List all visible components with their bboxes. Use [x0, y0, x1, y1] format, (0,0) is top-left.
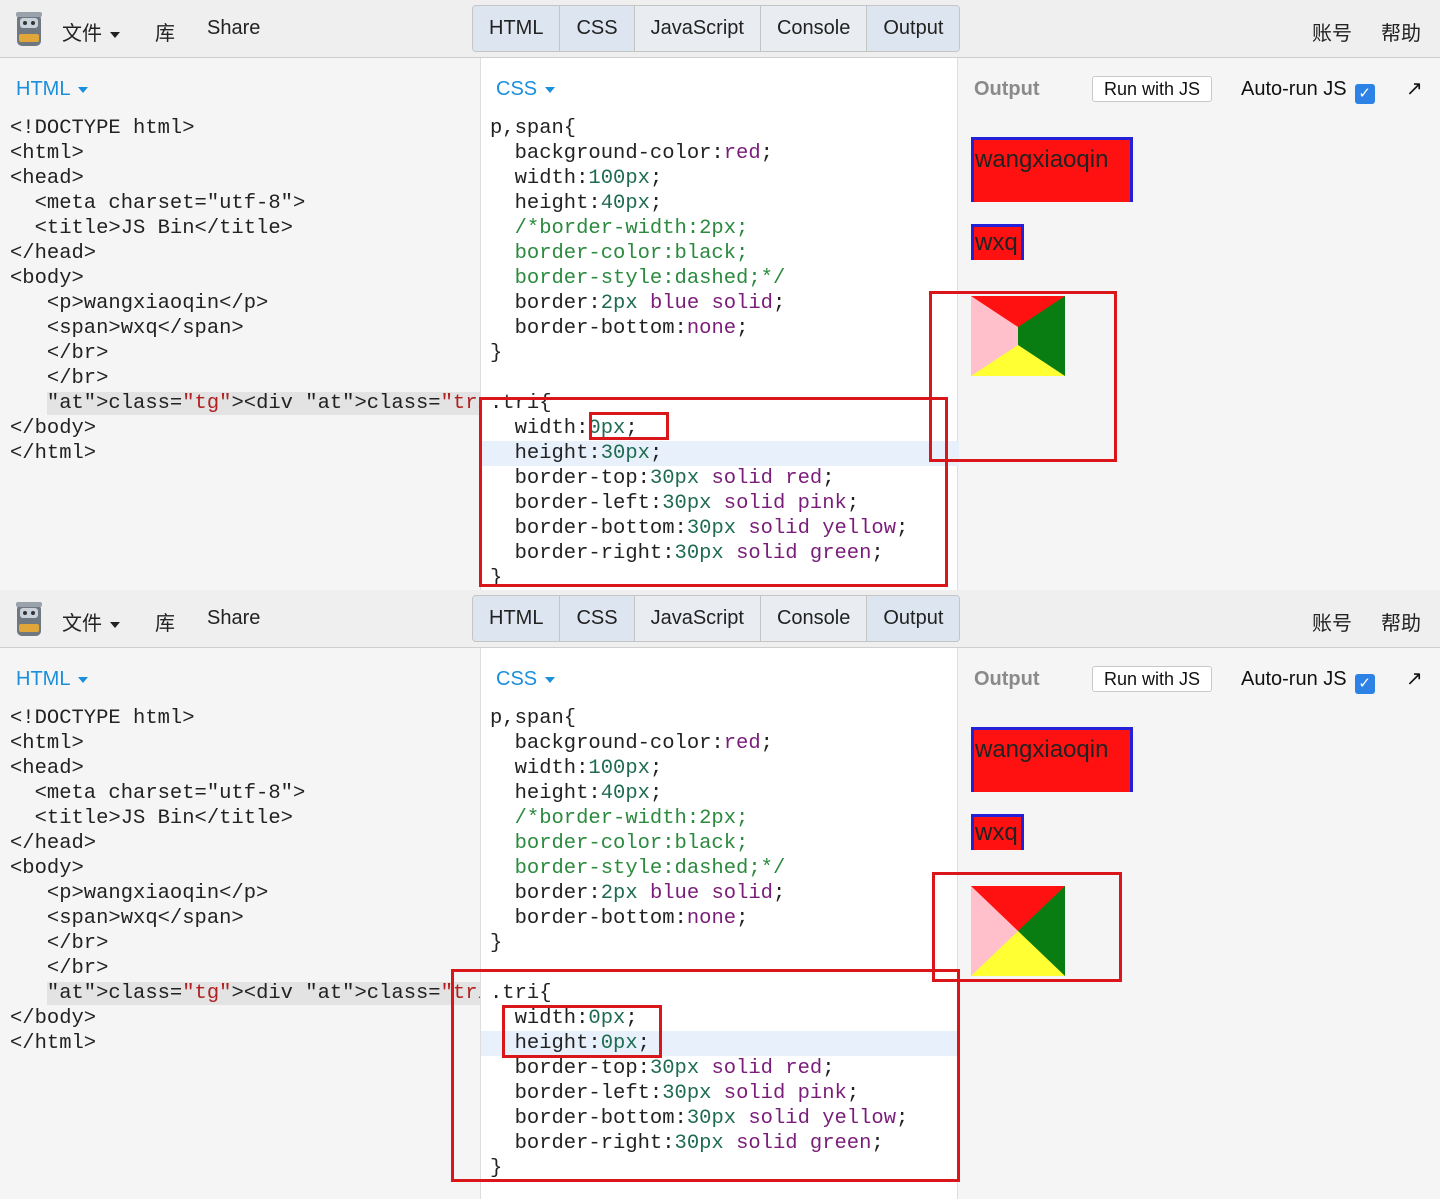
- run-with-js-button[interactable]: Run with JS: [1092, 76, 1213, 102]
- chevron-down-icon: [78, 676, 89, 683]
- screenshot-bottom: 文件 库 Share HTML CSS JavaScript Console O…: [0, 590, 1440, 1199]
- autorun-label: Auto-run JS: [1241, 668, 1347, 690]
- help-link[interactable]: 帮助: [1381, 17, 1421, 46]
- tab-javascript[interactable]: JavaScript: [634, 596, 761, 641]
- code-line: border:2px blue solid;: [490, 292, 786, 315]
- screenshot-top: 文件 库 Share HTML CSS JavaScript Console O…: [0, 0, 1440, 590]
- code-line: width:100px;: [490, 757, 663, 780]
- account-link[interactable]: 账号: [1312, 17, 1352, 46]
- code-line: border-bottom:none;: [490, 317, 749, 340]
- code-line: height:40px;: [490, 782, 663, 805]
- checkbox-checked-icon[interactable]: ✓: [1354, 84, 1375, 104]
- css-panel-title-label: CSS: [496, 78, 538, 100]
- html-panel: HTML <!DOCTYPE html> <html> <head> <meta c…: [5, 58, 786, 590]
- output-paragraph: wangxiaoqin: [971, 727, 1133, 792]
- code-line: height:40px;: [490, 192, 663, 215]
- file-menu[interactable]: 文件: [62, 17, 120, 46]
- tab-html[interactable]: HTML: [473, 596, 561, 641]
- autorun-toggle[interactable]: Auto-run JS ✓: [1241, 78, 1375, 104]
- code-line: /*border-width:2px;: [490, 217, 749, 240]
- html-panel: HTML <!DOCTYPE html> <html> <head> <meta c…: [5, 648, 786, 1199]
- code-line: p,span{: [490, 117, 577, 140]
- output-tri-box: [929, 291, 1117, 462]
- css-panel-title[interactable]: CSS: [496, 668, 556, 691]
- share-menu[interactable]: Share: [207, 17, 260, 40]
- panel-tabs: HTML CSS JavaScript Console Output: [472, 5, 961, 52]
- chevron-down-icon: [78, 86, 89, 93]
- popout-arrow-icon[interactable]: ↗: [1406, 76, 1423, 101]
- output-span: wxq: [971, 224, 1024, 260]
- code-line: p,span{: [490, 707, 577, 730]
- code-line: border-bottom:none;: [490, 907, 749, 930]
- top-toolbar: 文件 库 Share HTML CSS JavaScript Console O…: [0, 590, 1440, 648]
- checkbox-checked-icon[interactable]: ✓: [1354, 674, 1375, 694]
- file-menu-label: 文件: [62, 613, 102, 635]
- code-line: width:100px;: [490, 167, 663, 190]
- jsbin-logo-icon[interactable]: [14, 600, 44, 638]
- html-panel-title-label: HTML: [16, 668, 71, 690]
- code-line: border-color:black;: [490, 832, 749, 855]
- chevron-down-icon: [110, 621, 120, 628]
- code-line: background-color:red;: [490, 732, 773, 755]
- css-panel-title-label: CSS: [496, 668, 538, 690]
- library-menu[interactable]: 库: [155, 607, 175, 636]
- code-line: border-style:dashed;*/: [490, 267, 786, 290]
- width-value-box: [589, 412, 669, 440]
- tab-css[interactable]: CSS: [560, 596, 635, 641]
- output-panel-title: Output: [974, 668, 1040, 690]
- panel-tabs: HTML CSS JavaScript Console Output: [472, 595, 961, 642]
- css-tri-rule-box: [451, 969, 960, 1182]
- tab-css[interactable]: CSS: [560, 6, 635, 51]
- chevron-down-icon: [545, 86, 556, 93]
- code-line: background-color:red;: [490, 142, 773, 165]
- width-height-value-box: [502, 1005, 662, 1058]
- help-link[interactable]: 帮助: [1381, 607, 1421, 636]
- jsbin-logo-icon[interactable]: [14, 10, 44, 48]
- tab-output[interactable]: Output: [867, 6, 960, 51]
- library-menu[interactable]: 库: [155, 17, 175, 46]
- run-with-js-button[interactable]: Run with JS: [1092, 666, 1213, 692]
- output-paragraph: wangxiaoqin: [971, 137, 1133, 202]
- tab-console[interactable]: Console: [760, 6, 868, 51]
- output-span: wxq: [971, 814, 1024, 850]
- autorun-toggle[interactable]: Auto-run JS ✓: [1241, 668, 1375, 694]
- top-toolbar: 文件 库 Share HTML CSS JavaScript Console O…: [0, 0, 1440, 58]
- tab-javascript[interactable]: JavaScript: [634, 6, 761, 51]
- css-tri-rule-box: [479, 397, 948, 587]
- code-line: }: [490, 342, 503, 365]
- autorun-label: Auto-run JS: [1241, 78, 1347, 100]
- chevron-down-icon: [110, 31, 120, 38]
- code-line: /*border-width:2px;: [490, 807, 749, 830]
- tab-html[interactable]: HTML: [473, 6, 561, 51]
- tab-output[interactable]: Output: [867, 596, 960, 641]
- code-line: }: [490, 932, 503, 955]
- html-panel-title-label: HTML: [16, 78, 71, 100]
- share-menu[interactable]: Share: [207, 607, 260, 630]
- account-link[interactable]: 账号: [1312, 607, 1352, 636]
- html-panel-title[interactable]: HTML: [16, 78, 89, 101]
- output-tri-box: [932, 872, 1122, 982]
- code-line: border-style:dashed;*/: [490, 857, 786, 880]
- file-menu-label: 文件: [62, 23, 102, 45]
- file-menu[interactable]: 文件: [62, 607, 120, 636]
- code-line: border:2px blue solid;: [490, 882, 786, 905]
- popout-arrow-icon[interactable]: ↗: [1406, 666, 1423, 691]
- css-panel-title[interactable]: CSS: [496, 78, 556, 101]
- code-line: border-color:black;: [490, 242, 749, 265]
- tab-console[interactable]: Console: [760, 596, 868, 641]
- html-panel-title[interactable]: HTML: [16, 668, 89, 691]
- output-panel-title: Output: [974, 78, 1040, 100]
- chevron-down-icon: [545, 676, 556, 683]
